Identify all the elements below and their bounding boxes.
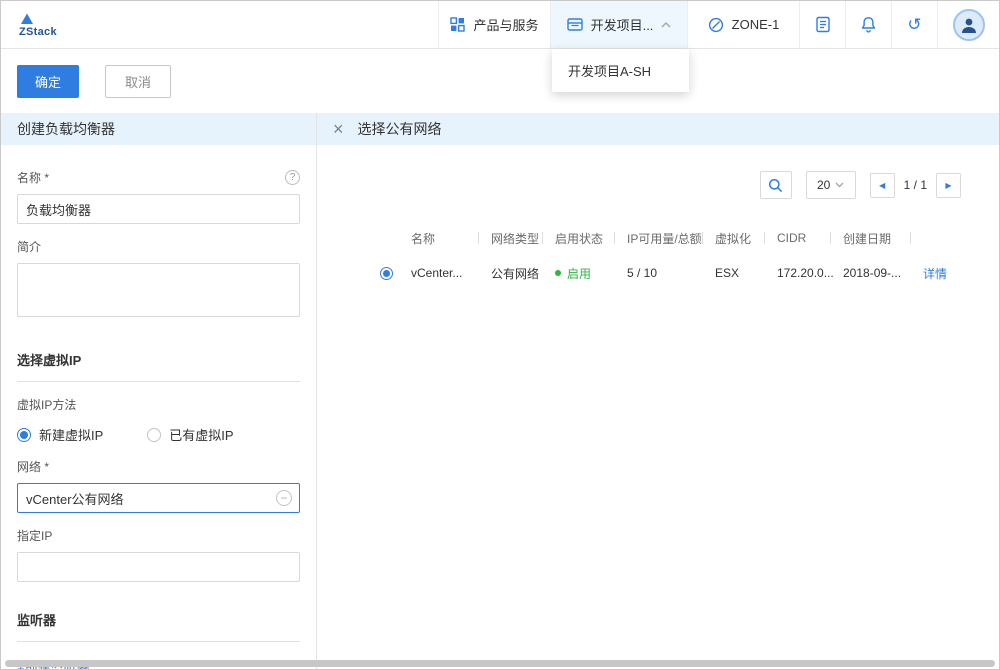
cell-network-type: 公有网络 xyxy=(479,265,543,282)
page-size-value: 20 xyxy=(817,178,830,192)
name-label: 名称 * xyxy=(17,169,49,186)
left-panel-title: 创建负载均衡器 xyxy=(17,119,115,139)
description-textarea[interactable] xyxy=(17,263,300,317)
chevron-down-icon xyxy=(835,182,844,188)
select-public-network-panel: × 选择公有网络 20 ◀ 1 / 1 ▶ xyxy=(317,113,999,669)
nav-project-label: 开发项目... xyxy=(591,15,654,34)
grid-icon xyxy=(450,17,465,32)
nav-zone-selector[interactable]: ZONE-1 xyxy=(687,1,799,48)
cell-virtualization: ESX xyxy=(703,266,765,280)
vip-method-radio-group: 新建虚拟IP 已有虚拟IP xyxy=(17,425,300,444)
network-label-row: 网络 * xyxy=(17,458,300,475)
header-radio-col xyxy=(373,231,399,245)
radio-new-vip[interactable]: 新建虚拟IP xyxy=(17,425,103,444)
search-icon xyxy=(768,178,783,193)
vip-method-label-row: 虚拟IP方法 xyxy=(17,396,300,413)
notifications-button[interactable] xyxy=(845,1,891,48)
main-area: 创建负载均衡器 名称 * ? 简介 选择虚拟IP 虚拟IP方法 新建虚拟IP xyxy=(1,113,999,669)
page-size-select[interactable]: 20 xyxy=(806,171,856,199)
specify-ip-input[interactable] xyxy=(17,552,300,582)
table-toolbar: 20 ◀ 1 / 1 ▶ xyxy=(317,171,961,199)
radio-existing-vip-dot xyxy=(147,428,161,442)
search-button[interactable] xyxy=(760,171,792,199)
header-action-col xyxy=(911,231,967,245)
header-status: 启用状态 xyxy=(543,231,615,245)
horizontal-scrollbar[interactable] xyxy=(5,660,995,667)
desc-label-row: 简介 xyxy=(17,238,300,255)
cell-cidr: 172.20.0... xyxy=(765,266,831,280)
top-bar: ZStack 产品与服务 开发项目... xyxy=(1,1,999,49)
close-icon[interactable]: × xyxy=(333,120,344,138)
nav-zone-label: ZONE-1 xyxy=(732,17,780,32)
cell-ip-quota: 5 / 10 xyxy=(615,266,703,280)
project-icon xyxy=(567,17,583,32)
help-icon[interactable]: ? xyxy=(285,170,300,185)
public-network-table: 名称 网络类型 启用状态 IP可用量/总额 虚拟化 CIDR 创建日期 vCen… xyxy=(373,223,967,293)
table-header-row: 名称 网络类型 启用状态 IP可用量/总额 虚拟化 CIDR 创建日期 xyxy=(373,223,967,253)
radio-new-vip-label: 新建虚拟IP xyxy=(39,425,103,444)
header-name: 名称 xyxy=(399,231,479,245)
top-nav: 产品与服务 开发项目... ZONE-1 xyxy=(438,1,999,48)
form-actions: 确定 取消 xyxy=(1,49,999,113)
bell-icon xyxy=(860,16,877,34)
network-input[interactable] xyxy=(17,483,300,513)
create-load-balancer-panel: 创建负载均衡器 名称 * ? 简介 选择虚拟IP 虚拟IP方法 新建虚拟IP xyxy=(1,113,317,669)
left-panel-header: 创建负载均衡器 xyxy=(1,113,316,145)
status-dot-icon xyxy=(555,270,561,276)
vip-method-label: 虚拟IP方法 xyxy=(17,396,76,413)
cell-name: vCenter... xyxy=(399,266,479,280)
row-radio-selected[interactable] xyxy=(380,267,393,280)
desc-label: 简介 xyxy=(17,238,41,255)
project-dropdown-item[interactable]: 开发项目A-SH xyxy=(552,49,689,92)
table-row[interactable]: vCenter... 公有网络 启用 5 / 10 ESX 172.20.0..… xyxy=(373,253,967,293)
nav-products-label: 产品与服务 xyxy=(473,15,538,34)
name-label-row: 名称 * ? xyxy=(17,169,300,186)
header-virtualization: 虚拟化 xyxy=(703,231,765,245)
network-label: 网络 * xyxy=(17,458,49,475)
network-input-wrap: − xyxy=(17,483,300,513)
load-balancer-form: 名称 * ? 简介 选择虚拟IP 虚拟IP方法 新建虚拟IP 已有虚拟IP xyxy=(1,145,316,669)
detail-link[interactable]: 详情 xyxy=(923,265,947,282)
cell-action: 详情 xyxy=(911,265,967,282)
specify-ip-label: 指定IP xyxy=(17,527,52,544)
user-menu[interactable] xyxy=(937,1,999,48)
header-ip-quota: IP可用量/总额 xyxy=(615,231,703,245)
nav-project-selector[interactable]: 开发项目... xyxy=(550,1,687,48)
right-panel-title: 选择公有网络 xyxy=(358,119,442,139)
row-radio-cell xyxy=(373,267,399,280)
page-indicator: 1 / 1 xyxy=(904,178,927,192)
avatar xyxy=(953,9,985,41)
specify-ip-label-row: 指定IP xyxy=(17,527,300,544)
zone-icon xyxy=(708,17,724,33)
cell-status: 启用 xyxy=(543,265,615,282)
cell-create-date: 2018-09-... xyxy=(831,266,911,280)
listener-section-title: 监听器 xyxy=(17,610,300,642)
header-create-date: 创建日期 xyxy=(831,231,911,245)
clear-network-icon[interactable]: − xyxy=(276,490,292,506)
document-icon xyxy=(815,16,831,33)
name-input[interactable] xyxy=(17,194,300,224)
history-button[interactable]: ↺ xyxy=(891,1,937,48)
header-network-type: 网络类型 xyxy=(479,231,543,245)
chevron-up-icon xyxy=(661,22,671,28)
cancel-button[interactable]: 取消 xyxy=(105,65,171,98)
radio-new-vip-dot xyxy=(17,428,31,442)
brand-logo[interactable]: ZStack xyxy=(1,1,141,48)
status-text: 启用 xyxy=(567,265,591,282)
next-page-button[interactable]: ▶ xyxy=(936,173,961,198)
console-log-button[interactable] xyxy=(799,1,845,48)
prev-page-button[interactable]: ◀ xyxy=(870,173,895,198)
header-cidr: CIDR xyxy=(765,231,831,245)
zstack-logo-icon xyxy=(19,12,35,25)
pagination: ◀ 1 / 1 ▶ xyxy=(870,173,961,198)
history-clock-icon: ↺ xyxy=(907,16,921,33)
radio-existing-vip-label: 已有虚拟IP xyxy=(169,425,233,444)
brand-name: ZStack xyxy=(19,26,57,38)
radio-existing-vip[interactable]: 已有虚拟IP xyxy=(147,425,233,444)
nav-products-services[interactable]: 产品与服务 xyxy=(438,1,550,48)
confirm-button[interactable]: 确定 xyxy=(17,65,79,98)
right-panel-header: × 选择公有网络 xyxy=(317,113,999,145)
project-dropdown: 开发项目A-SH xyxy=(552,49,689,92)
vip-section-title: 选择虚拟IP xyxy=(17,350,300,382)
